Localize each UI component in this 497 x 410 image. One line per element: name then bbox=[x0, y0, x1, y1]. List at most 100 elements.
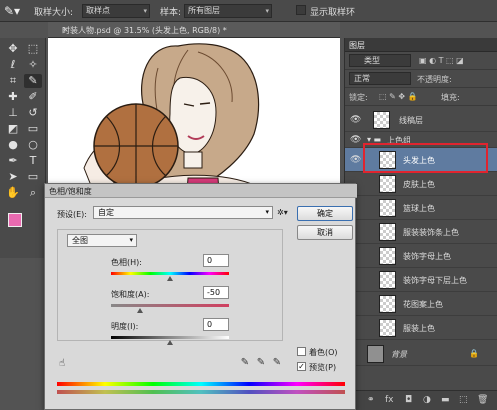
preset-select[interactable]: 自定 ▾ bbox=[93, 206, 273, 219]
folder-icon[interactable]: ▬ bbox=[441, 395, 450, 405]
trash-icon[interactable]: 🗑 bbox=[477, 395, 488, 405]
hue-input[interactable]: 0 bbox=[203, 254, 229, 267]
colorize-checkbox[interactable] bbox=[297, 347, 306, 356]
hand-adjust-icon[interactable]: ☝ bbox=[59, 358, 65, 369]
layer-row[interactable]: 花图案上色 bbox=[345, 292, 497, 316]
layer-thumbnail bbox=[379, 319, 396, 337]
eyedropper-minus-icon[interactable]: ✎ bbox=[271, 357, 283, 369]
fill-label: 填充: bbox=[441, 93, 460, 102]
brush-icon[interactable]: ✐ bbox=[24, 90, 42, 104]
output-color-bar bbox=[57, 390, 345, 394]
layer-row-line-art[interactable]: 👁 线稿层 bbox=[345, 108, 497, 132]
eyedropper-icon[interactable]: ✎ bbox=[239, 357, 251, 369]
chevron-down-icon: ▾ bbox=[129, 236, 133, 244]
lightness-label: 明度(I): bbox=[111, 322, 139, 331]
layer-thumbnail bbox=[367, 345, 384, 363]
lock-icons[interactable]: ⬚ ✎ ✥ 🔒 bbox=[379, 92, 418, 101]
layer-row[interactable]: 皮肤上色 bbox=[345, 172, 497, 196]
eye-icon[interactable]: 👁 bbox=[350, 135, 361, 145]
link-icon[interactable]: ⚭ bbox=[367, 395, 375, 405]
chevron-down-icon: ▾ bbox=[265, 208, 269, 216]
eye-icon[interactable]: 👁 bbox=[350, 155, 361, 165]
options-bar: ✎▾ 取样大小: 取样点 ▾ 样本: 所有图层 ▾ 显示取样环 bbox=[0, 0, 497, 22]
layer-row-background[interactable]: 背景 🔒 bbox=[345, 342, 497, 366]
saturation-slider-knob[interactable] bbox=[137, 308, 143, 313]
lightness-slider-knob[interactable] bbox=[167, 340, 173, 345]
zoom-icon[interactable]: ⌕ bbox=[24, 186, 42, 200]
layers-tab[interactable]: 图层 bbox=[345, 38, 497, 52]
layer-name: 花图案上色 bbox=[403, 300, 443, 309]
layer-row[interactable]: 篮球上色 bbox=[345, 196, 497, 220]
show-ring-checkbox[interactable] bbox=[296, 5, 306, 15]
sample-select[interactable]: 所有图层 ▾ bbox=[184, 4, 272, 18]
gradient-icon[interactable]: ▭ bbox=[24, 122, 42, 136]
layer-row[interactable]: 装饰字母上色 bbox=[345, 244, 497, 268]
eraser-icon[interactable]: ◩ bbox=[4, 122, 22, 136]
mask-icon[interactable]: ◘ bbox=[405, 395, 412, 405]
type-icon[interactable]: T bbox=[24, 154, 42, 168]
ok-button[interactable]: 确定 bbox=[297, 206, 353, 221]
layer-thumbnail bbox=[379, 271, 396, 289]
filter-icons[interactable]: ▣ ◐ T ⬚ ◪ bbox=[419, 56, 464, 65]
new-layer-icon[interactable]: ⬚ bbox=[459, 395, 468, 405]
layer-thumbnail bbox=[373, 111, 390, 129]
sample-size-label: 取样大小: bbox=[34, 8, 74, 18]
pen-icon[interactable]: ✒ bbox=[4, 154, 22, 168]
layer-thumbnail bbox=[379, 199, 396, 217]
eyedropper-icon[interactable]: ✎ bbox=[24, 74, 42, 88]
layer-name: 服装上色 bbox=[403, 324, 435, 333]
dialog-title: 色相/饱和度 bbox=[49, 187, 92, 196]
fx-icon[interactable]: fx bbox=[385, 395, 394, 405]
document-tab[interactable]: 时装人物.psd @ 31.5% (头发上色, RGB/8) * × bbox=[48, 22, 340, 38]
preview-label: 预览(P) bbox=[309, 363, 337, 372]
foreground-color-swatch[interactable] bbox=[8, 213, 22, 227]
eyedropper-plus-icon[interactable]: ✎ bbox=[255, 357, 267, 369]
saturation-slider-track[interactable] bbox=[111, 304, 229, 307]
dodge-icon[interactable]: ○ bbox=[24, 138, 42, 152]
history-brush-icon[interactable]: ↺ bbox=[24, 106, 42, 120]
layer-name: 服装装饰条上色 bbox=[403, 228, 459, 237]
lightness-input[interactable]: 0 bbox=[203, 318, 229, 331]
lasso-icon[interactable]: ℓ bbox=[4, 58, 22, 72]
cancel-button[interactable]: 取消 bbox=[297, 225, 353, 240]
layer-row[interactable]: 服装装饰条上色 bbox=[345, 220, 497, 244]
layer-name: 装饰字母下层上色 bbox=[403, 276, 467, 285]
path-select-icon[interactable]: ➤ bbox=[4, 170, 22, 184]
quick-select-icon[interactable]: ✧ bbox=[24, 58, 42, 72]
hue-label: 色相(H): bbox=[111, 258, 142, 267]
layer-thumbnail bbox=[379, 295, 396, 313]
close-icon[interactable]: × bbox=[62, 25, 334, 34]
sample-label: 样本: bbox=[160, 8, 182, 18]
blend-mode-select[interactable]: 正常 bbox=[349, 72, 411, 85]
saturation-input[interactable]: -50 bbox=[203, 286, 229, 299]
show-ring-label: 显示取样环 bbox=[310, 8, 356, 18]
channel-select[interactable]: 全图 ▾ bbox=[67, 234, 137, 247]
lock-label: 锁定: bbox=[349, 93, 368, 102]
layer-row[interactable]: 服装上色 bbox=[345, 316, 497, 340]
adjustment-icon[interactable]: ◑ bbox=[423, 395, 431, 405]
shape-icon[interactable]: ▭ bbox=[24, 170, 42, 184]
preset-options-icon[interactable]: ✲▾ bbox=[277, 208, 288, 217]
preview-checkbox[interactable]: ✓ bbox=[297, 362, 306, 371]
hue-slider-track[interactable] bbox=[111, 272, 229, 275]
lock-row: 锁定: ⬚ ✎ ✥ 🔒 填充: bbox=[345, 88, 497, 106]
marquee-icon[interactable]: ⬚ bbox=[24, 42, 42, 56]
dialog-title-bar[interactable]: 色相/饱和度 bbox=[45, 184, 357, 198]
hue-saturation-dialog: 色相/饱和度 预设(E): 自定 ▾ ✲▾ 确定 取消 全图 ▾ 色相(H): 0 … bbox=[44, 183, 357, 410]
eyedropper-tool-icon[interactable]: ✎▾ bbox=[4, 3, 26, 19]
blur-icon[interactable]: ● bbox=[4, 138, 22, 152]
layers-panel: 图层 类型 ▣ ◐ T ⬚ ◪ 正常 不透明度: 锁定: ⬚ ✎ ✥ 🔒 填充:… bbox=[344, 38, 497, 410]
filter-row: 类型 ▣ ◐ T ⬚ ◪ bbox=[345, 52, 497, 70]
lightness-slider-track[interactable] bbox=[111, 336, 229, 339]
hand-icon[interactable]: ✋ bbox=[4, 186, 22, 200]
filter-kind-select[interactable]: 类型 bbox=[349, 54, 411, 67]
sample-size-select[interactable]: 取样点 ▾ bbox=[82, 4, 150, 18]
hue-slider-knob[interactable] bbox=[167, 276, 173, 281]
crop-icon[interactable]: ⌗ bbox=[4, 74, 22, 88]
stamp-icon[interactable]: ⊥ bbox=[4, 106, 22, 120]
layer-row[interactable]: 装饰字母下层上色 bbox=[345, 268, 497, 292]
heal-icon[interactable]: ✚ bbox=[4, 90, 22, 104]
move-icon[interactable]: ✥ bbox=[4, 42, 22, 56]
blend-row: 正常 不透明度: bbox=[345, 70, 497, 88]
eye-icon[interactable]: 👁 bbox=[350, 115, 361, 125]
